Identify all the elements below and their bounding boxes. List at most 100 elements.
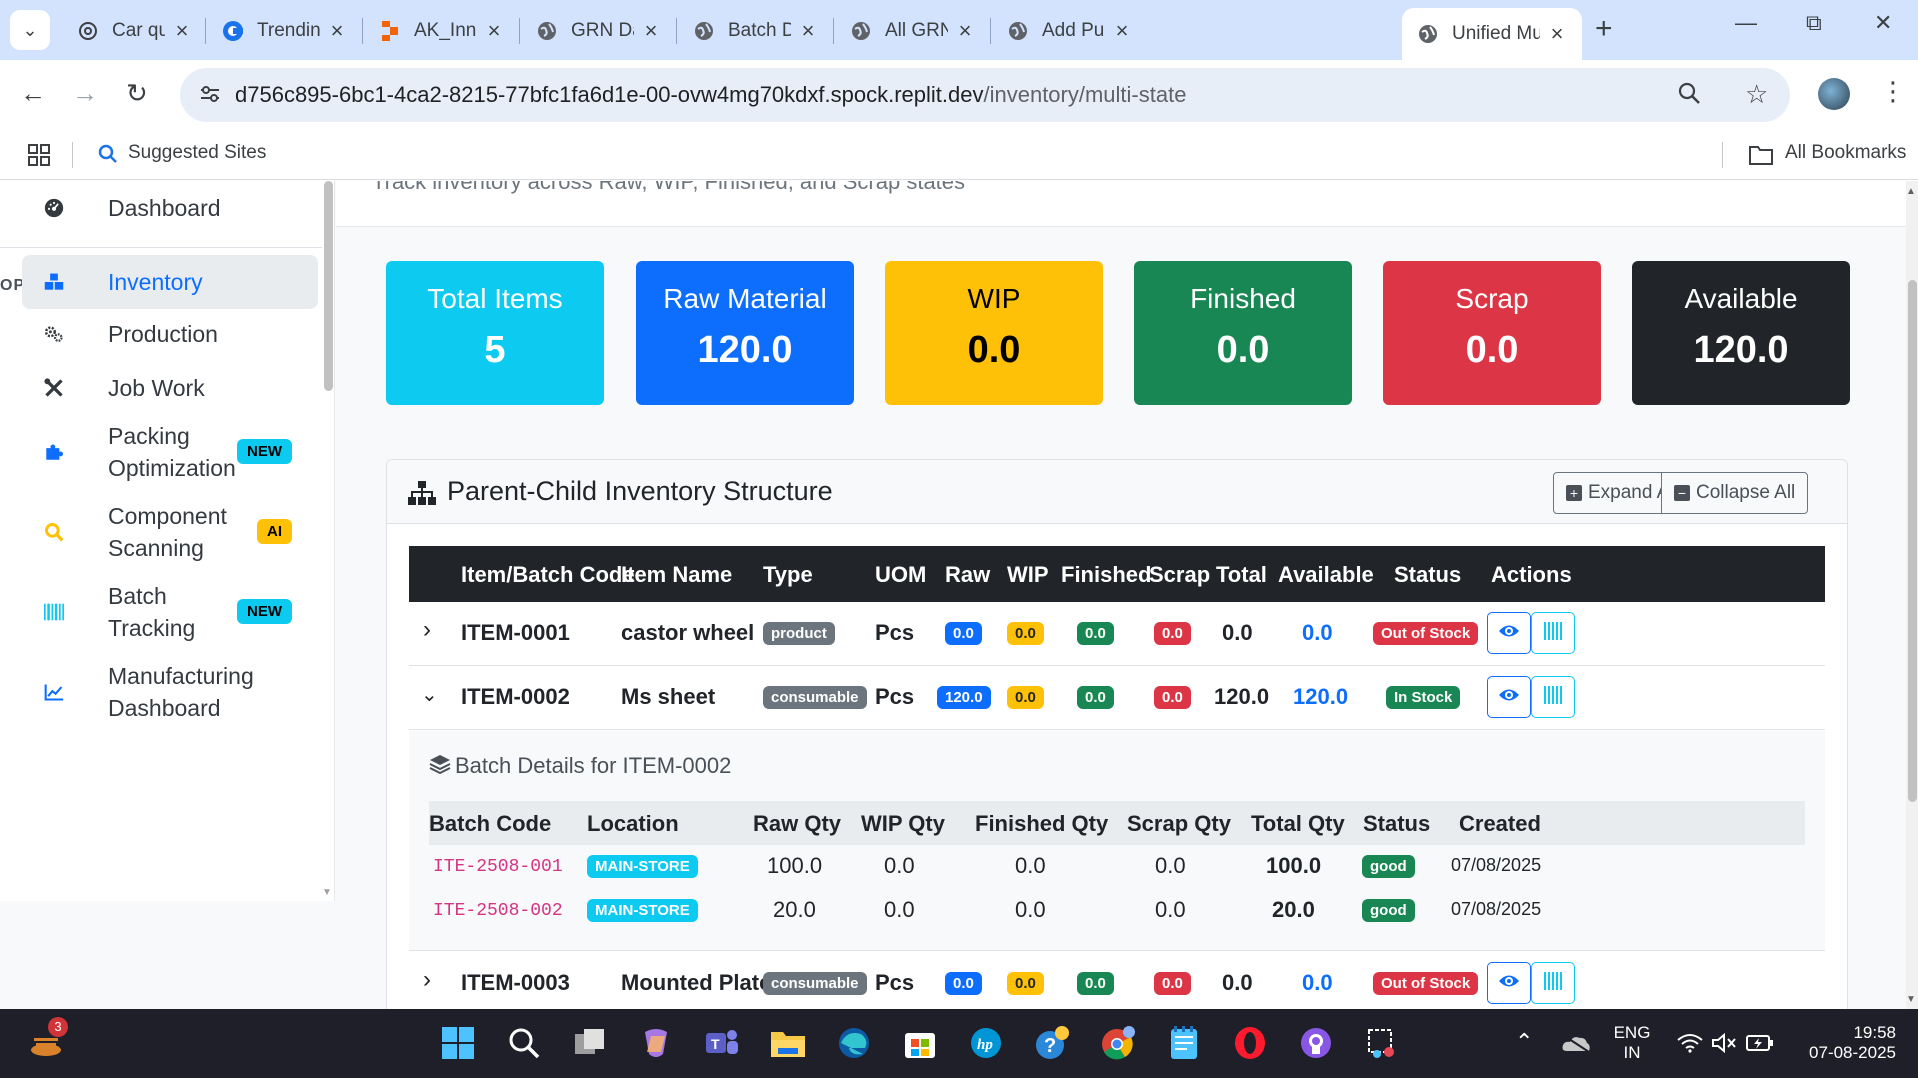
chevron-right-icon[interactable]: › — [423, 616, 431, 644]
browser-tab[interactable]: All GRNs × — [835, 8, 990, 54]
close-icon[interactable]: × — [171, 18, 193, 44]
sidebar-item-manufacturing-dashboard[interactable]: Manufacturing Dashboard — [22, 657, 318, 727]
column-header[interactable]: Item/Batch Code — [461, 562, 635, 588]
help-icon[interactable]: ? — [1032, 1023, 1072, 1063]
chevron-down-icon[interactable]: ⌄ — [421, 682, 438, 707]
column-header[interactable]: Raw Qty — [753, 811, 841, 837]
hp-support-icon[interactable]: hp — [966, 1023, 1006, 1063]
column-header[interactable]: Finished Qty — [975, 811, 1108, 837]
task-view-icon[interactable] — [570, 1023, 610, 1063]
column-header[interactable]: Created — [1459, 811, 1541, 837]
edge-browser-icon[interactable] — [834, 1023, 874, 1063]
reload-button[interactable]: ↻ — [126, 78, 148, 109]
search-icon[interactable] — [504, 1023, 544, 1063]
sidebar-item-dashboard[interactable]: Dashboard — [22, 183, 318, 233]
teams-icon[interactable]: T — [702, 1023, 742, 1063]
close-icon[interactable]: × — [640, 18, 662, 44]
snipping-tool-icon[interactable] — [1362, 1023, 1402, 1063]
chrome-icon[interactable] — [1098, 1023, 1138, 1063]
system-clock[interactable]: 19:58 07-08-2025 — [1796, 1023, 1896, 1063]
view-button[interactable] — [1487, 676, 1531, 718]
battery-charging-icon[interactable] — [1740, 1023, 1780, 1063]
browser-tab[interactable]: Car quotat × — [62, 8, 207, 54]
profile-avatar[interactable] — [1818, 78, 1850, 110]
close-icon[interactable]: × — [326, 18, 348, 44]
view-button[interactable] — [1487, 612, 1531, 654]
back-button[interactable]: ← — [20, 78, 46, 109]
column-header[interactable]: WIP Qty — [861, 811, 945, 837]
column-header[interactable]: Status — [1394, 562, 1461, 588]
close-icon[interactable]: × — [797, 18, 819, 44]
scroll-down-arrow-icon[interactable]: ▼ — [1906, 994, 1916, 1005]
volume-muted-icon[interactable] — [1704, 1023, 1744, 1063]
sidebar-item-production[interactable]: Production — [22, 309, 318, 359]
close-icon[interactable]: × — [954, 18, 976, 44]
view-button[interactable] — [1487, 962, 1531, 1004]
sidebar-item-component-scanning[interactable]: Component Scanning AI — [22, 497, 318, 567]
column-header[interactable]: Finished — [1061, 562, 1151, 588]
site-settings-icon[interactable] — [198, 82, 222, 111]
scroll-up-arrow-icon[interactable]: ▲ — [1906, 186, 1916, 197]
sidebar-item-batch-tracking[interactable]: Batch Tracking NEW — [22, 577, 318, 647]
page-scrollbar-thumb[interactable] — [1908, 280, 1917, 802]
chevron-down-icon[interactable]: ▼ — [322, 887, 332, 898]
column-header[interactable]: Item Name — [621, 562, 732, 588]
language-indicator[interactable]: ENG IN — [1612, 1023, 1652, 1063]
column-header[interactable]: Status — [1363, 811, 1430, 837]
column-header[interactable]: Batch Code — [429, 811, 551, 837]
column-header[interactable]: UOM — [875, 562, 926, 588]
sidebar-item-packing-optimization[interactable]: Packing Optimization NEW — [22, 417, 318, 487]
browser-tab[interactable]: GRN Dashb × — [521, 8, 676, 54]
barcode-button[interactable] — [1531, 676, 1575, 718]
column-header[interactable]: Total Qty — [1251, 811, 1345, 837]
browser-tab[interactable]: Trending C × — [207, 8, 362, 54]
file-explorer-icon[interactable] — [768, 1023, 808, 1063]
sidebar-scrollbar[interactable] — [324, 181, 333, 391]
barcode-button[interactable] — [1531, 962, 1575, 1004]
notepad-icon[interactable] — [1164, 1023, 1204, 1063]
all-bookmarks-link[interactable]: All Bookmarks — [1785, 142, 1906, 164]
column-header[interactable]: Total — [1216, 562, 1267, 588]
microsoft-store-icon[interactable] — [900, 1023, 940, 1063]
collapse-all-button[interactable]: − Collapse All — [1661, 472, 1809, 514]
new-tab-button[interactable]: + — [1595, 12, 1613, 46]
apps-grid-icon[interactable] — [28, 144, 50, 171]
stat-label: WIP — [967, 283, 1021, 314]
github-icon[interactable] — [1296, 1023, 1336, 1063]
column-header[interactable]: Available — [1278, 562, 1374, 588]
forward-button[interactable]: → — [72, 78, 98, 109]
close-window-button[interactable]: ✕ — [1874, 10, 1892, 36]
restore-button[interactable]: ⧉ — [1806, 10, 1822, 36]
column-header[interactable]: Actions — [1491, 562, 1572, 588]
column-header[interactable]: Scrap — [1149, 562, 1210, 588]
chevron-up-icon[interactable]: ⌃ — [1515, 1029, 1533, 1055]
barcode-button[interactable] — [1531, 612, 1575, 654]
close-icon[interactable]: × — [1111, 18, 1133, 44]
browser-menu-button[interactable]: ⋮ — [1880, 76, 1906, 107]
wip-qty: 0.0 — [884, 897, 915, 922]
sidebar-item-job-work[interactable]: Job Work — [22, 363, 318, 413]
minimize-button[interactable]: — — [1735, 10, 1757, 36]
column-header[interactable]: Location — [587, 811, 679, 837]
browser-tab-active[interactable]: Unified Mu × — [1402, 8, 1582, 60]
column-header[interactable]: Scrap Qty — [1127, 811, 1231, 837]
column-header[interactable]: Raw — [945, 562, 990, 588]
close-icon[interactable]: × — [1546, 21, 1568, 47]
close-icon[interactable]: × — [483, 18, 505, 44]
bookmark-star-icon[interactable]: ☆ — [1745, 79, 1768, 110]
tab-search-button[interactable]: ⌄ — [10, 10, 50, 50]
windows-start-icon[interactable] — [438, 1023, 478, 1063]
column-header[interactable]: Type — [763, 562, 813, 588]
zoom-icon[interactable] — [1677, 81, 1703, 112]
browser-tab[interactable]: Batch Deta × — [678, 8, 833, 54]
onedrive-icon[interactable] — [1556, 1023, 1596, 1063]
opera-icon[interactable] — [1230, 1023, 1270, 1063]
copilot-icon[interactable] — [636, 1023, 676, 1063]
browser-tab[interactable]: Add Purch × — [992, 8, 1147, 54]
suggested-sites-link[interactable]: Suggested Sites — [128, 142, 266, 164]
browser-tab[interactable]: AK_Innova × — [364, 8, 519, 54]
address-bar[interactable]: d756c895-6bc1-4ca2-8215-77bfc1fa6d1e-00-… — [180, 68, 1790, 122]
column-header[interactable]: WIP — [1007, 562, 1049, 588]
chevron-right-icon[interactable]: › — [423, 966, 431, 994]
sidebar-item-inventory[interactable]: Inventory — [22, 255, 318, 309]
